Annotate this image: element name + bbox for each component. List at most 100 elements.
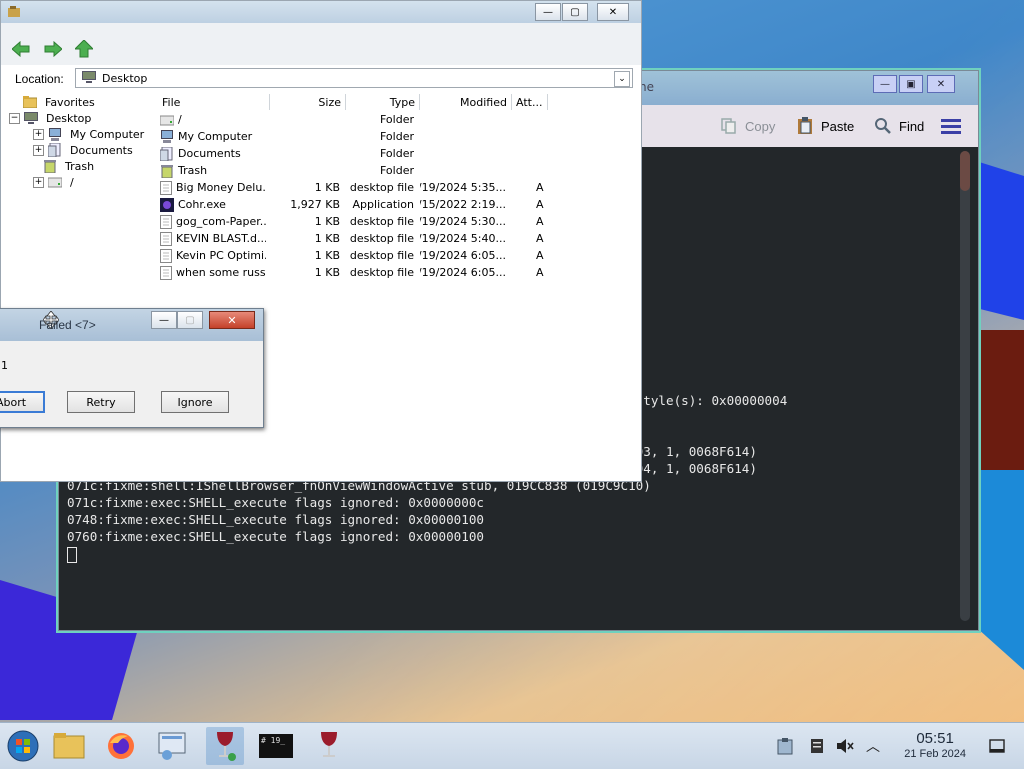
tree-item-label: Documents xyxy=(70,143,133,157)
show-desktop-button[interactable] xyxy=(986,723,1008,769)
file-type-cell: desktop file xyxy=(349,215,414,228)
column-header[interactable]: Type xyxy=(346,94,420,110)
tree-item-desktop[interactable]: − Desktop xyxy=(9,110,91,126)
tree-item-favorites[interactable]: Favorites xyxy=(23,94,95,110)
tree-item-[interactable]: + / xyxy=(33,174,74,190)
hamburger-icon xyxy=(941,116,961,136)
file-type-cell: Folder xyxy=(380,130,414,143)
file-modified-cell: 2/19/2024 6:05... xyxy=(420,249,506,262)
tray-notes[interactable] xyxy=(806,723,828,769)
close-button[interactable]: ✕ xyxy=(597,3,629,21)
tray-expand[interactable]: ︿ xyxy=(862,723,884,769)
scrollbar-thumb[interactable] xyxy=(960,151,970,191)
retry-button[interactable]: Retry xyxy=(67,391,135,413)
ignore-button[interactable]: Ignore xyxy=(161,391,229,413)
file-name-cell: KEVIN BLAST.d... xyxy=(160,230,266,247)
dialog-titlebar[interactable]: Failed <7> — ▢ ✕ xyxy=(0,309,263,341)
dialog-message: 1 xyxy=(1,359,8,372)
file-name: when some russ... xyxy=(176,266,266,279)
file-row[interactable]: when some russ... 1 KB desktop file 2/19/20… xyxy=(158,264,636,281)
folder-icon xyxy=(23,95,37,109)
tree-item-label: / xyxy=(70,175,74,189)
back-button[interactable] xyxy=(11,39,31,59)
file-row[interactable]: Cohr.exe 1,927 KB Application 5/15/2022 2:1… xyxy=(158,196,636,213)
expand-icon[interactable]: + xyxy=(33,144,44,156)
tree-item-my-computer[interactable]: + My Computer xyxy=(33,126,144,142)
show-desktop-icon xyxy=(989,739,1005,753)
taskbar-file-manager[interactable] xyxy=(50,727,88,765)
file-name-cell: when some russ... xyxy=(160,264,266,281)
file-modified-cell: 2/19/2024 5:35... xyxy=(420,181,506,194)
file-size-cell: 1,927 KB xyxy=(290,198,340,211)
file-attr-cell: A xyxy=(536,198,544,211)
file-size-cell xyxy=(270,162,340,179)
file-row[interactable]: KEVIN BLAST.d... 1 KB desktop file 2/19/202… xyxy=(158,230,636,247)
file-row[interactable]: / Folder xyxy=(158,111,636,128)
terminal-prompt[interactable] xyxy=(67,545,960,563)
tray-volume[interactable] xyxy=(834,723,856,769)
file-row[interactable]: Trash Folder xyxy=(158,162,636,179)
column-header[interactable]: Modified xyxy=(420,94,512,110)
find-button[interactable]: Find xyxy=(873,113,924,139)
file-attr-cell: A xyxy=(536,249,544,262)
maximize-button[interactable]: ▢ xyxy=(562,3,588,21)
tree-item-label: Trash xyxy=(65,159,95,173)
taskbar-wine-app-2[interactable] xyxy=(310,727,348,765)
location-dropdown-button[interactable]: ⌄ xyxy=(614,71,630,87)
column-header[interactable]: File xyxy=(158,94,270,110)
maximize-button[interactable]: ▣ xyxy=(899,75,923,93)
file-row[interactable]: Kevin PC Optimi... 1 KB desktop file 2/19/2… xyxy=(158,247,636,264)
file-name: / xyxy=(178,113,182,126)
drive-icon xyxy=(160,113,174,127)
tree-item-trash[interactable]: Trash xyxy=(43,158,94,174)
forward-button[interactable] xyxy=(43,39,63,59)
documents-icon xyxy=(48,143,62,157)
column-header[interactable]: Size xyxy=(270,94,346,110)
file-row[interactable]: My Computer Folder xyxy=(158,128,636,145)
location-field[interactable]: Desktop ⌄ xyxy=(75,68,633,88)
location-label: Location: xyxy=(15,72,64,86)
paste-label: Paste xyxy=(821,118,855,134)
clock[interactable]: 05:51 21 Feb 2024 xyxy=(904,731,966,761)
terminal-scrollbar[interactable] xyxy=(960,151,970,621)
file-type-cell: desktop file xyxy=(349,232,414,245)
menu-button[interactable] xyxy=(941,113,961,139)
find-label: Find xyxy=(899,118,925,134)
expand-icon[interactable]: + xyxy=(33,176,44,188)
abort-button[interactable]: Abort xyxy=(0,391,45,413)
file-type-cell: Folder xyxy=(380,113,414,126)
minimize-button[interactable]: — xyxy=(873,75,897,93)
file-size-cell: 1 KB xyxy=(314,232,340,245)
find-icon xyxy=(873,116,893,136)
up-button[interactable] xyxy=(74,39,94,59)
file-modified-cell xyxy=(420,128,506,145)
minimize-button[interactable]: — xyxy=(535,3,561,21)
taskbar-firefox[interactable] xyxy=(102,727,140,765)
paste-button[interactable]: Paste xyxy=(795,113,854,139)
file-name: Trash xyxy=(178,164,208,177)
close-button[interactable]: ✕ xyxy=(927,75,955,93)
file-name-cell: gog_com-Paper... xyxy=(160,213,266,230)
file-type-cell: desktop file xyxy=(349,249,414,262)
taskbar-control-panel[interactable] xyxy=(154,727,192,765)
tree-item-documents[interactable]: + Documents xyxy=(33,142,133,158)
start-button[interactable] xyxy=(4,727,42,765)
taskbar-wine-app[interactable] xyxy=(206,727,244,765)
column-header[interactable]: Att... xyxy=(512,94,548,110)
chevron-up-icon: ︿ xyxy=(866,739,880,755)
file-row[interactable]: Big Money Delu... 1 KB desktop file 2/19/20… xyxy=(158,179,636,196)
file-modified-cell: 2/19/2024 5:30... xyxy=(420,215,506,228)
taskbar-terminal[interactable]: # 19_ xyxy=(256,727,296,765)
close-button[interactable]: ✕ xyxy=(209,311,255,329)
ignore-label: Ignore xyxy=(177,395,213,409)
file-row[interactable]: Documents Folder xyxy=(158,145,636,162)
minimize-button[interactable]: — xyxy=(151,311,177,329)
file-row[interactable]: gog_com-Paper... 1 KB desktop file 2/19/202… xyxy=(158,213,636,230)
collapse-icon[interactable]: − xyxy=(9,112,20,124)
explorer-titlebar[interactable]: — ▢ ✕ xyxy=(1,1,641,23)
copy-button[interactable]: Copy xyxy=(719,113,775,139)
file-name-cell: Documents xyxy=(160,145,266,162)
expand-icon[interactable]: + xyxy=(33,128,44,140)
file-type-cell: Folder xyxy=(380,147,414,160)
tray-clipboard[interactable] xyxy=(774,723,796,769)
